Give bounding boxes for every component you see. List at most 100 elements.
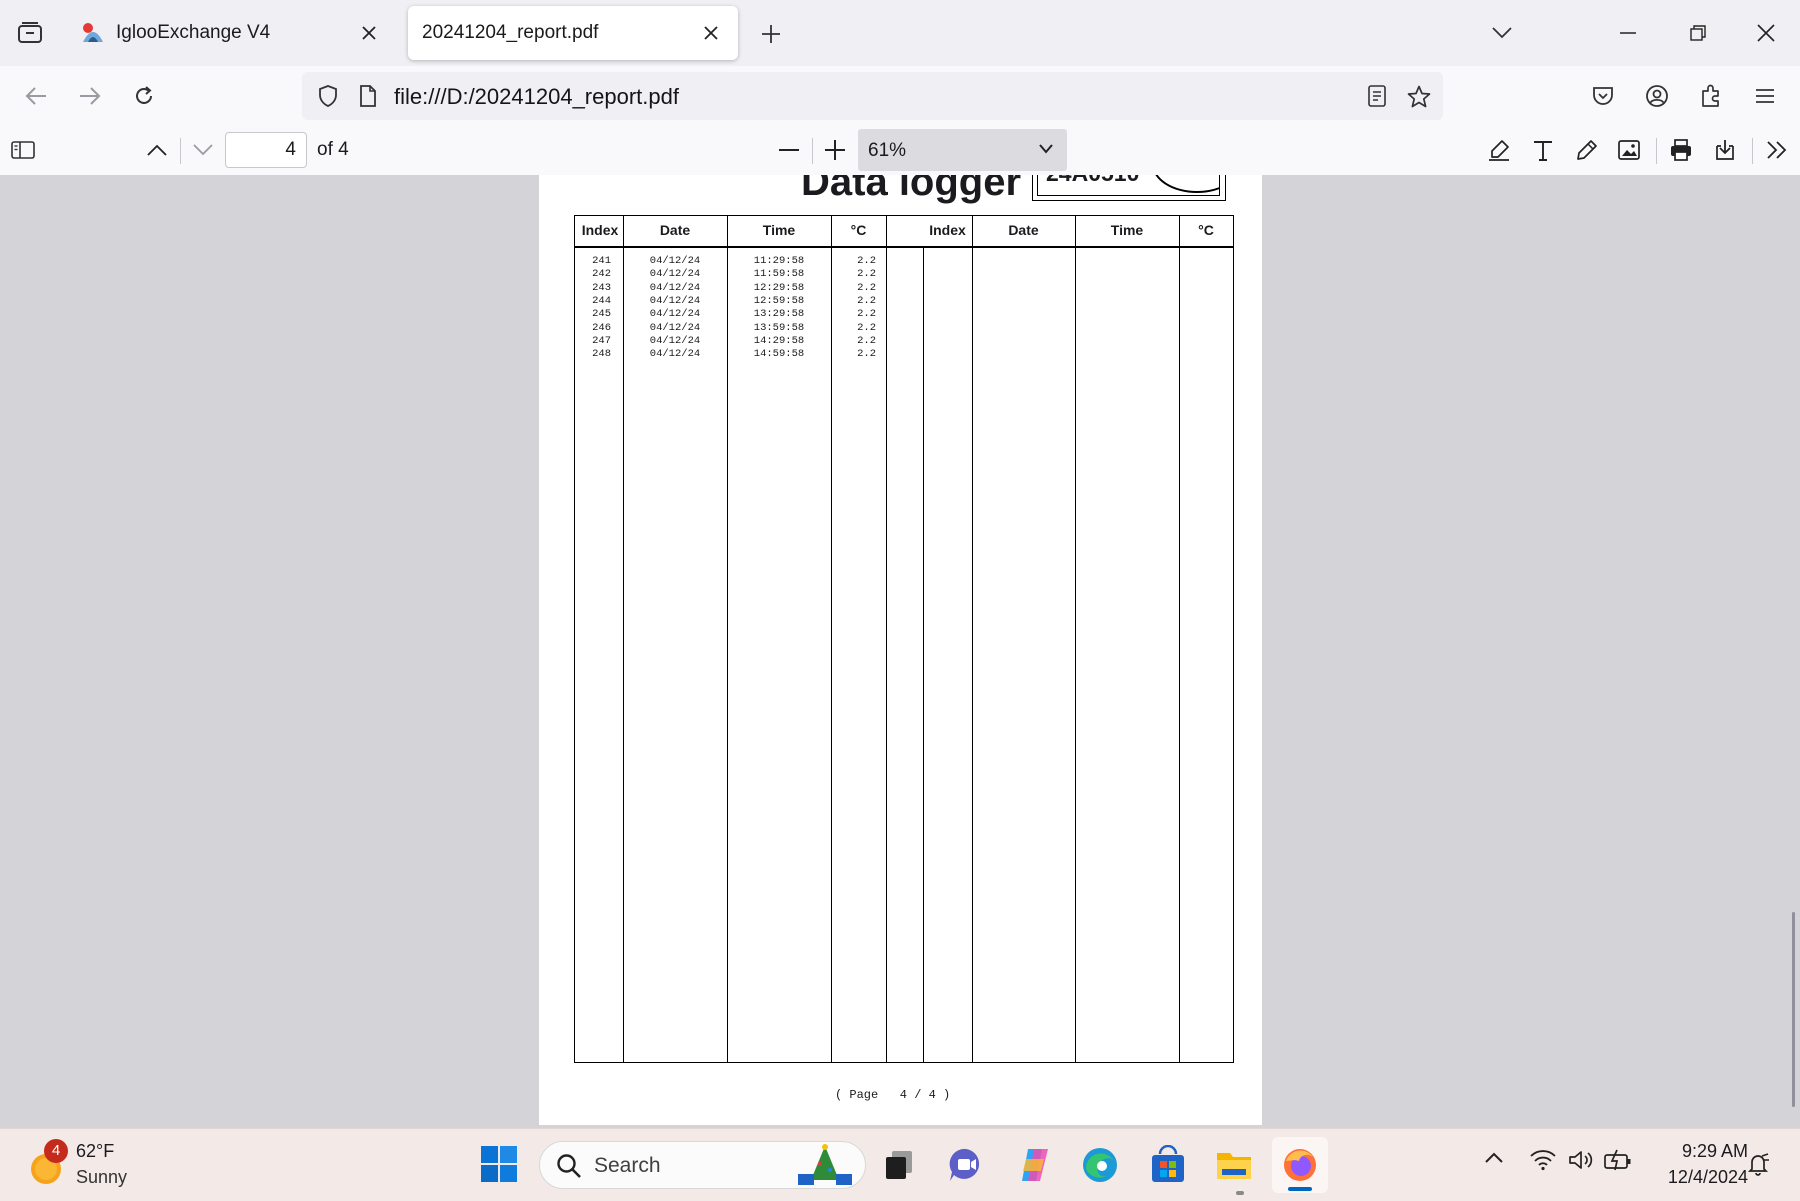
data-table: Index Date Time °C Index Date Time °C 24… xyxy=(574,215,1234,1063)
cell-time: 11:29:58 xyxy=(753,255,805,267)
address-bar[interactable]: file:///D:/20241204_report.pdf xyxy=(302,72,1443,120)
cell-time: 14:59:58 xyxy=(753,348,805,361)
account-icon[interactable] xyxy=(1638,78,1676,114)
serial-number: 24A0510 xyxy=(1046,175,1139,187)
zoom-out-minus-icon[interactable] xyxy=(772,134,806,166)
taskbar: 4 62°F Sunny Search 9:29 AM 12/4/2024 xyxy=(0,1128,1800,1201)
print-icon[interactable] xyxy=(1664,134,1698,166)
app-menu-hamburger-icon[interactable] xyxy=(1746,78,1784,114)
reader-view-icon[interactable] xyxy=(1360,80,1394,112)
close-tab-icon[interactable] xyxy=(356,20,382,46)
cell-temperature: 2.2 xyxy=(857,308,876,321)
column-header-index: Index xyxy=(581,222,619,238)
column-divider xyxy=(1075,216,1076,1062)
save-download-icon[interactable] xyxy=(1708,134,1742,166)
cell-date: 04/12/24 xyxy=(649,308,701,321)
firefox-taskbar-button[interactable] xyxy=(1272,1137,1328,1193)
clock-date[interactable]: 12/4/2024 xyxy=(1638,1167,1748,1188)
list-all-tabs-icon[interactable] xyxy=(10,15,50,51)
clock-time[interactable]: 9:29 AM xyxy=(1638,1141,1748,1162)
column-divider xyxy=(1179,216,1180,1062)
toolbar-divider xyxy=(812,138,813,164)
more-tools-double-chevron-icon[interactable] xyxy=(1760,134,1794,166)
serial-number-box: 24A0510 xyxy=(1032,175,1226,201)
restore-window-icon[interactable] xyxy=(1680,17,1716,49)
zoom-select[interactable]: 61% xyxy=(858,129,1067,171)
running-app-indicator xyxy=(1236,1191,1244,1195)
column-header-index-2: Index xyxy=(929,222,966,238)
page-count-label: of 4 xyxy=(317,139,349,160)
local-file-icon xyxy=(352,80,384,112)
tracking-protection-shield-icon[interactable] xyxy=(312,80,344,112)
task-view-icon[interactable] xyxy=(880,1145,920,1185)
pdf-toolbar: 4 of 4 61% xyxy=(0,126,1800,176)
store-icon[interactable] xyxy=(1148,1145,1188,1185)
page-footer: ( Page 4 / 4 ) xyxy=(835,1088,951,1102)
teams-icon[interactable] xyxy=(946,1145,986,1185)
edge-icon[interactable] xyxy=(1080,1145,1120,1185)
cell-index: 244 xyxy=(592,294,611,307)
cell-date: 04/12/24 xyxy=(649,281,701,294)
pdf-page: Data logger 24A0510 Index Date Time °C I… xyxy=(539,175,1262,1125)
cell-date: 04/12/24 xyxy=(649,334,701,347)
new-tab-icon[interactable] xyxy=(752,17,790,51)
copilot-icon[interactable] xyxy=(1014,1145,1054,1185)
close-window-icon[interactable] xyxy=(1748,17,1784,49)
cell-index: 248 xyxy=(592,348,611,361)
bookmark-star-icon[interactable] xyxy=(1402,80,1436,112)
header-divider xyxy=(575,246,1233,248)
toolbar-divider xyxy=(1656,138,1657,164)
cell-date: 04/12/24 xyxy=(649,321,701,334)
forward-arrow-icon[interactable] xyxy=(70,78,110,114)
minimize-window-icon[interactable] xyxy=(1610,17,1646,49)
add-image-icon[interactable] xyxy=(1612,134,1646,166)
file-explorer-icon[interactable] xyxy=(1214,1145,1254,1185)
column-header-date-2: Date xyxy=(1008,222,1039,238)
extensions-puzzle-icon[interactable] xyxy=(1692,78,1730,114)
page-number-input[interactable]: 4 xyxy=(225,132,307,168)
battery-charging-icon[interactable] xyxy=(1604,1149,1632,1177)
next-page-chevron-down-icon[interactable] xyxy=(186,134,220,166)
search-label: Search xyxy=(594,1154,661,1177)
tab-label: IglooExchange V4 xyxy=(116,22,271,43)
add-text-icon[interactable] xyxy=(1526,134,1560,166)
column-divider xyxy=(923,246,924,1062)
cell-date: 04/12/24 xyxy=(649,294,701,307)
zoom-in-plus-icon[interactable] xyxy=(818,134,852,166)
cell-temperature: 2.2 xyxy=(857,334,876,347)
windows-start-icon[interactable] xyxy=(480,1145,520,1185)
show-hidden-icons-chevron-icon[interactable] xyxy=(1484,1151,1510,1177)
tab-label: 20241204_report.pdf xyxy=(422,22,599,43)
cell-index: 242 xyxy=(592,268,611,281)
close-tab-icon[interactable] xyxy=(698,20,724,46)
highlight-pen-icon[interactable] xyxy=(1482,134,1516,166)
cell-index: 245 xyxy=(592,308,611,321)
weather-temperature[interactable]: 62°F xyxy=(76,1141,114,1162)
volume-speaker-icon[interactable] xyxy=(1568,1149,1596,1177)
weather-condition[interactable]: Sunny xyxy=(76,1167,127,1188)
scrollbar-thumb[interactable] xyxy=(1792,912,1795,1107)
cell-date: 04/12/24 xyxy=(649,348,701,361)
toggle-sidebar-icon[interactable] xyxy=(6,134,40,166)
tab-report-pdf[interactable]: 20241204_report.pdf xyxy=(408,6,738,60)
column-header-date: Date xyxy=(659,222,691,238)
column-header-time: Time xyxy=(762,222,796,238)
column-header-time-2: Time xyxy=(1110,222,1144,238)
cell-time: 13:29:58 xyxy=(753,308,805,321)
draw-pencil-icon[interactable] xyxy=(1570,134,1604,166)
notification-bell-icon[interactable] xyxy=(1746,1151,1774,1179)
toolbar-divider xyxy=(180,138,181,164)
tab-iglooexchange[interactable]: IglooExchange V4 xyxy=(66,6,396,60)
wifi-icon[interactable] xyxy=(1530,1149,1558,1177)
cell-index: 247 xyxy=(592,334,611,347)
reload-icon[interactable] xyxy=(124,78,164,114)
tab-overflow-chevron-icon[interactable] xyxy=(1484,17,1520,49)
cell-temperature: 2.2 xyxy=(857,294,876,307)
cell-index: 243 xyxy=(592,281,611,294)
taskbar-search-box[interactable]: Search xyxy=(539,1141,866,1189)
back-arrow-icon[interactable] xyxy=(16,78,56,114)
search-icon xyxy=(556,1153,582,1179)
previous-page-chevron-up-icon[interactable] xyxy=(140,134,174,166)
pocket-icon[interactable] xyxy=(1584,78,1622,114)
column-divider xyxy=(886,216,887,1062)
